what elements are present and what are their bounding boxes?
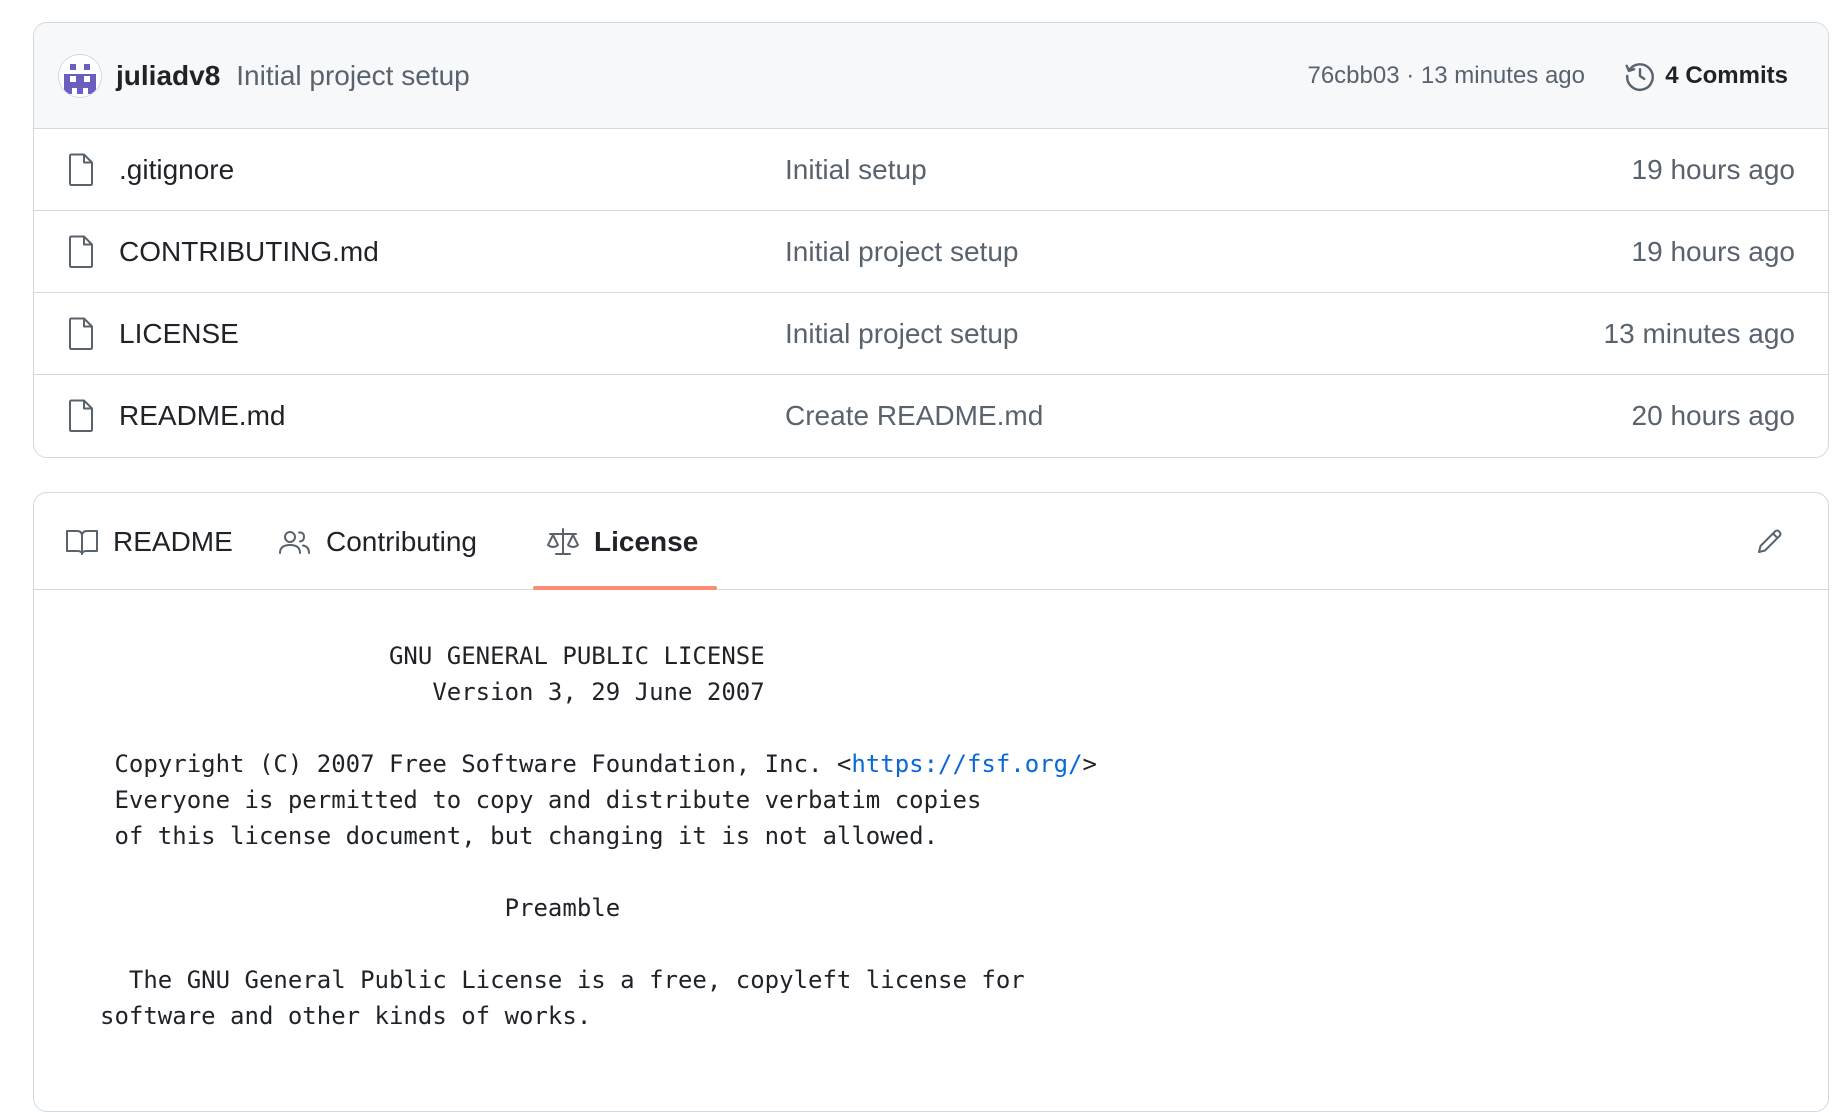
people-icon <box>279 530 310 554</box>
license-line: software and other kinds of works. <box>100 1002 592 1030</box>
tab-license-label: License <box>594 525 699 557</box>
tab-contributing[interactable]: Contributing <box>278 493 477 590</box>
tab-license[interactable]: License <box>546 493 698 590</box>
file-name-link[interactable]: README.md <box>119 375 285 457</box>
license-line: Everyone is permitted to copy and distri… <box>100 786 982 814</box>
license-preamble-heading: Preamble <box>100 894 621 922</box>
author-avatar[interactable] <box>58 53 102 98</box>
file-name-link[interactable]: .gitignore <box>119 129 234 211</box>
commits-count-label: 4 Commits <box>1665 62 1788 89</box>
tab-readme-label: README <box>113 525 233 557</box>
commit-message-link[interactable]: Initial project setup <box>236 60 469 92</box>
pencil-icon <box>1758 529 1782 553</box>
file-age: 13 minutes ago <box>1603 318 1795 349</box>
tab-contributing-label: Contributing <box>326 525 477 557</box>
file-icon <box>68 317 94 356</box>
license-line: The GNU General Public License is a free… <box>100 966 1025 994</box>
file-row[interactable]: CONTRIBUTING.md Initial project setup 19… <box>34 211 1828 293</box>
commit-hash-link[interactable]: 76cbb03 <box>1307 62 1399 90</box>
edit-file-button[interactable] <box>1754 525 1786 557</box>
file-commit-link[interactable]: Initial setup <box>785 129 927 211</box>
readme-tab-bar: README Contributing License <box>34 493 1828 590</box>
file-commit-link[interactable]: Initial project setup <box>785 293 1018 375</box>
book-icon <box>66 529 98 555</box>
latest-commit-bar: juliadv8 Initial project setup 76cbb03 ·… <box>34 23 1828 129</box>
file-age: 19 hours ago <box>1631 154 1795 185</box>
commit-meta-separator: · <box>1399 62 1421 89</box>
license-line: of this license document, but changing i… <box>100 822 939 850</box>
history-icon <box>1625 63 1655 91</box>
avatar-identicon <box>60 55 100 96</box>
commit-author-link[interactable]: juliadv8 <box>116 60 220 92</box>
file-row[interactable]: README.md Create README.md 20 hours ago <box>34 375 1828 457</box>
commit-meta: 76cbb03 · 13 minutes ago <box>1307 23 1585 129</box>
file-icon <box>68 399 94 438</box>
file-icon <box>68 235 94 274</box>
license-content: GNU GENERAL PUBLIC LICENSE Version 3, 29… <box>100 638 1097 1034</box>
file-name-link[interactable]: CONTRIBUTING.md <box>119 211 379 293</box>
file-commit-link[interactable]: Initial project setup <box>785 211 1018 293</box>
license-title: GNU GENERAL PUBLIC LICENSE <box>100 642 765 670</box>
fsf-link[interactable]: https://fsf.org/ <box>851 750 1082 778</box>
license-copyright-prefix: Copyright (C) 2007 Free Software Foundat… <box>100 750 852 778</box>
tab-readme[interactable]: README <box>65 493 233 590</box>
commits-history-link[interactable]: 4 Commits <box>1623 23 1788 129</box>
file-name-link[interactable]: LICENSE <box>119 293 239 375</box>
file-icon <box>68 153 94 192</box>
commit-time: 13 minutes ago <box>1420 62 1585 89</box>
readme-panel: README Contributing License GNU GENERAL … <box>33 492 1829 1112</box>
file-row[interactable]: .gitignore Initial setup 19 hours ago <box>34 129 1828 211</box>
law-icon <box>547 527 579 555</box>
file-commit-link[interactable]: Create README.md <box>785 375 1043 457</box>
file-age: 20 hours ago <box>1631 400 1795 431</box>
file-browser: juliadv8 Initial project setup 76cbb03 ·… <box>33 22 1829 458</box>
license-copyright-suffix: > <box>1082 750 1097 778</box>
file-age: 19 hours ago <box>1631 236 1795 267</box>
file-row[interactable]: LICENSE Initial project setup 13 minutes… <box>34 293 1828 375</box>
active-tab-indicator <box>533 586 717 590</box>
license-version: Version 3, 29 June 2007 <box>100 678 765 706</box>
